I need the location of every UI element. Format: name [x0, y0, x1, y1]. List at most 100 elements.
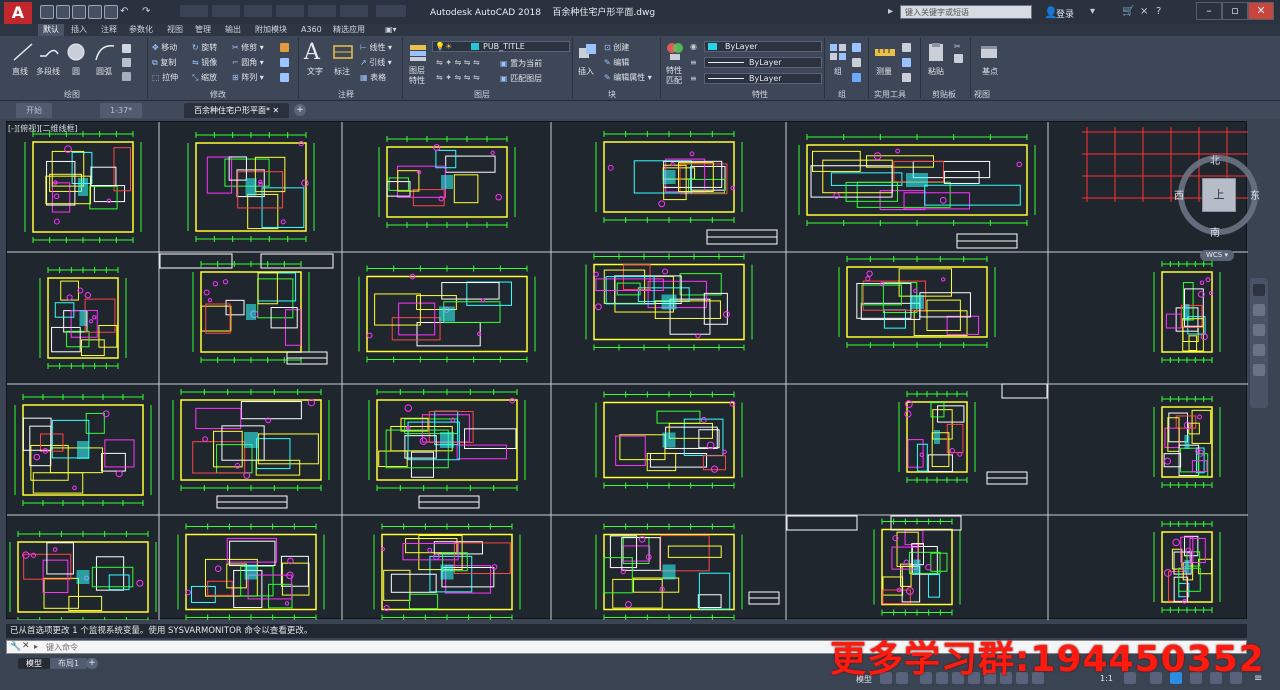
file-tab-1-37[interactable]: 1-37*	[100, 103, 143, 118]
rectangle-icon[interactable]	[122, 44, 131, 53]
draw-tools-column[interactable]	[122, 42, 136, 82]
layer-dropdown[interactable]: 💡☀ PUB_TITLE	[432, 41, 570, 52]
new-file-icon[interactable]	[40, 5, 54, 19]
tab-addins[interactable]: 附加模块	[250, 24, 292, 36]
zoom-icon[interactable]	[1253, 324, 1265, 336]
lineweight-dropdown[interactable]: ByLayer	[704, 73, 822, 84]
orbit-icon[interactable]	[1253, 344, 1265, 356]
undo-icon[interactable]: ↶	[120, 6, 128, 17]
make-current-button[interactable]: ▣ 置为当前	[500, 58, 542, 69]
layer-tools-row2[interactable]: ⇋ ✦ ⇋ ⇋ ⇋	[436, 73, 480, 82]
command-input[interactable]	[46, 642, 446, 652]
open-file-icon[interactable]	[56, 5, 70, 19]
leader-button[interactable]: ↗ 引线 ▾	[360, 57, 392, 68]
steering-wheel-icon[interactable]	[1253, 284, 1265, 296]
layout-tab-1[interactable]: 布局1	[50, 658, 88, 669]
app-menu-button[interactable]: A	[4, 2, 32, 24]
scale-button[interactable]: ⤡ 缩放	[192, 72, 217, 83]
copy-clip-icon[interactable]	[954, 54, 963, 63]
tab-output[interactable]: 输出	[220, 24, 246, 36]
base-view-button[interactable]	[978, 42, 1000, 65]
offset-icon[interactable]	[280, 73, 289, 82]
viewcube-east[interactable]: 东	[1250, 187, 1260, 202]
explode-icon[interactable]	[280, 58, 289, 67]
tab-parametric[interactable]: 参数化	[124, 24, 158, 36]
insert-block-button[interactable]	[577, 42, 599, 65]
viewcube-south[interactable]: 南	[1210, 224, 1220, 239]
measure-button[interactable]	[874, 42, 896, 65]
create-block-button[interactable]: ⊡ 创建	[604, 42, 629, 53]
customize-icon[interactable]: 🔧	[10, 642, 21, 652]
copy-button[interactable]: ⧉ 复制	[152, 57, 176, 68]
pan-icon[interactable]	[1253, 304, 1265, 316]
viewcube-north[interactable]: 北	[1210, 152, 1220, 167]
group-tools-column[interactable]	[852, 42, 864, 86]
trim-button[interactable]: ✂ 修剪 ▾	[232, 42, 264, 53]
calculator-icon[interactable]	[902, 73, 911, 82]
table-button[interactable]: ▦ 表格	[360, 72, 386, 83]
search-expand-icon[interactable]: ▸	[888, 6, 893, 17]
tab-featured-apps[interactable]: 精选应用	[328, 24, 370, 36]
match-properties-button[interactable]	[664, 40, 686, 65]
move-button[interactable]: ✥ 移动	[152, 42, 177, 53]
fillet-button[interactable]: ⌐ 圆角 ▾	[232, 57, 264, 68]
close-command-icon[interactable]: ✕	[22, 641, 30, 651]
quick-access-tab[interactable]	[244, 5, 272, 17]
tab-manage[interactable]: 管理	[190, 24, 216, 36]
quick-access-tab[interactable]	[276, 5, 304, 17]
edit-attributes-button[interactable]: ✎ 编辑属性 ▾	[604, 72, 652, 83]
search-input[interactable]: 键入关键字或短语	[900, 5, 1032, 19]
stretch-button[interactable]: ⬚ 拉伸	[152, 72, 178, 83]
layer-tools-row1[interactable]: ⇋ ✦ ⇋ ⇋ ⇋	[436, 58, 480, 67]
group-button[interactable]	[828, 42, 848, 65]
cut-icon[interactable]: ✂	[954, 42, 966, 51]
array-button[interactable]: ⊞ 阵列 ▾	[232, 72, 264, 83]
hatch-icon[interactable]	[122, 58, 131, 67]
erase-icon[interactable]	[280, 43, 289, 52]
linear-button[interactable]: ⊢ 线性 ▾	[360, 42, 392, 53]
dropdown-arrow-icon[interactable]: ▾	[1090, 6, 1095, 17]
tab-insert[interactable]: 插入	[66, 24, 92, 36]
print-icon[interactable]	[104, 5, 118, 19]
mirror-button[interactable]: ⇋ 镜像	[192, 57, 217, 68]
help-icon[interactable]: ?	[1156, 6, 1161, 17]
maximize-button[interactable]: ▫	[1222, 2, 1248, 20]
color-wheel-icon[interactable]: ◉	[690, 42, 697, 51]
match-layer-button[interactable]: ▣ 匹配图层	[500, 73, 542, 84]
quick-access-tab[interactable]	[180, 5, 208, 17]
file-tab-start[interactable]: 开始	[16, 103, 52, 118]
save-icon[interactable]	[72, 5, 86, 19]
tab-a360[interactable]: A360	[296, 24, 327, 36]
group-select-icon[interactable]	[852, 73, 861, 82]
quick-access-tab[interactable]	[340, 5, 368, 17]
drawing-canvas[interactable]	[6, 121, 1248, 620]
showmotion-icon[interactable]	[1253, 364, 1265, 376]
modify-extra-column[interactable]	[280, 42, 292, 86]
new-tab-button[interactable]: +	[294, 104, 306, 116]
rotate-button[interactable]: ↻ 旋转	[192, 42, 217, 53]
ribbon-minimize-icon[interactable]: ▣▾	[380, 24, 402, 36]
quick-access-tab[interactable]	[212, 5, 240, 17]
viewport-controls-label[interactable]: [-][俯视][二维线框]	[8, 123, 78, 134]
quick-access-tab[interactable]	[308, 5, 336, 17]
workspace-dropdown[interactable]	[376, 5, 406, 17]
ungroup-icon[interactable]	[852, 43, 861, 52]
arc-button[interactable]	[94, 42, 116, 65]
text-icon[interactable]: A	[304, 40, 320, 65]
save-as-icon[interactable]	[88, 5, 102, 19]
select-all-icon[interactable]	[902, 58, 911, 67]
utilities-tools-column[interactable]	[902, 42, 914, 86]
polyline-button[interactable]	[38, 42, 60, 65]
viewcube-west[interactable]: 西	[1174, 187, 1184, 202]
login-button[interactable]: 登录	[1056, 7, 1074, 20]
linetype-dropdown[interactable]: ByLayer	[704, 57, 822, 68]
tab-default[interactable]: 默认	[38, 24, 64, 36]
tab-annotate[interactable]: 注释	[96, 24, 122, 36]
viewcube-top-face[interactable]: 上	[1202, 178, 1236, 212]
group-edit-icon[interactable]	[852, 58, 861, 67]
layer-properties-button[interactable]	[408, 42, 430, 65]
exchange-icon[interactable]: ⨯	[1140, 6, 1148, 17]
paste-button[interactable]	[926, 42, 946, 65]
region-icon[interactable]	[122, 72, 131, 81]
redo-icon[interactable]: ↷	[142, 6, 150, 17]
